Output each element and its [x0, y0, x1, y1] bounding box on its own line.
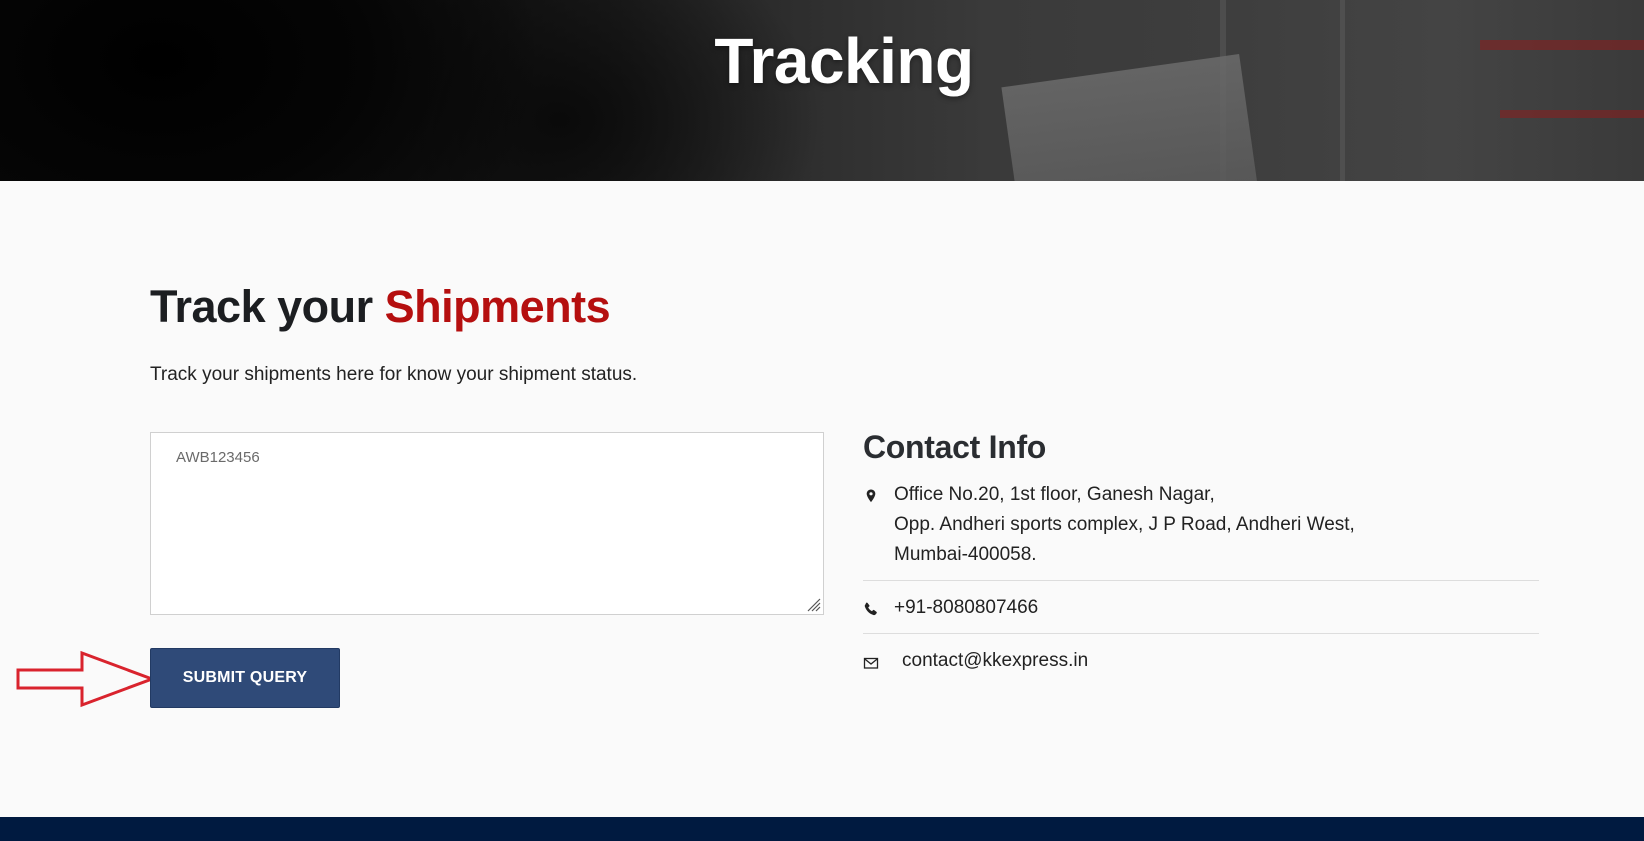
hero-background-accent — [1500, 110, 1644, 118]
page-title: Track your Shipments — [150, 281, 611, 333]
annotation-arrow-icon — [16, 650, 156, 708]
footer — [0, 817, 1644, 841]
contact-phone-number[interactable]: +91-8080807466 — [894, 597, 1038, 618]
contact-email-address[interactable]: contact@kkexpress.in — [902, 650, 1088, 671]
page-title-accent: Shipments — [384, 281, 611, 332]
page-title-plain: Track your — [150, 281, 385, 332]
resize-handle-icon[interactable] — [805, 596, 821, 612]
envelope-icon — [863, 657, 879, 669]
contact-phone: +91-8080807466 — [863, 581, 1539, 634]
address-line-3: Mumbai-400058. — [894, 544, 1037, 565]
map-marker-icon — [866, 489, 876, 503]
phone-icon — [864, 602, 877, 616]
address-line-1: Office No.20, 1st floor, Ganesh Nagar, — [894, 484, 1215, 505]
contact-email: contact@kkexpress.in — [863, 634, 1539, 676]
contact-info-heading: Contact Info — [863, 429, 1047, 465]
page-hero-title: Tracking — [714, 25, 974, 97]
tracking-section: Track your Shipments Track your shipment… — [0, 181, 1644, 817]
awb-number-input[interactable] — [150, 432, 824, 615]
page-description: Track your shipments here for know your … — [150, 364, 638, 385]
address-line-2: Opp. Andheri sports complex, J P Road, A… — [894, 514, 1355, 535]
contact-info-panel: Contact Info Office No.20, 1st floor, Ga… — [863, 429, 1539, 676]
submit-query-button[interactable]: SUBMIT QUERY — [150, 648, 340, 708]
contact-address: Office No.20, 1st floor, Ganesh Nagar, O… — [863, 480, 1539, 581]
hero-banner: Tracking — [0, 0, 1644, 181]
